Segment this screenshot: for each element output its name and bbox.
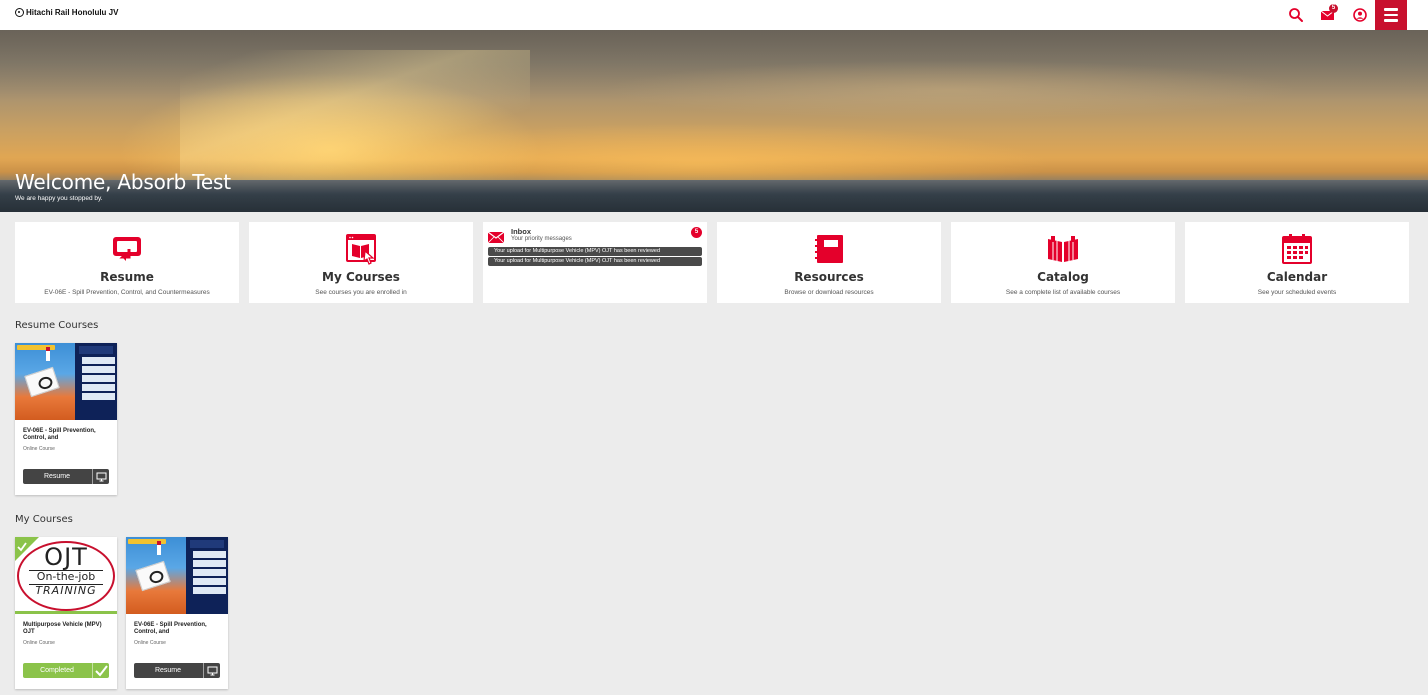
checkmark-icon: [17, 539, 27, 552]
monitor-icon: [203, 663, 220, 678]
catalog-icon: [1047, 233, 1079, 265]
resume-icon: [111, 233, 143, 265]
tile-title: Calendar: [1266, 270, 1328, 284]
checkmark-icon: [92, 663, 109, 678]
inbox-message[interactable]: Your upload for Multipurpose Vehicle (MP…: [488, 247, 702, 256]
hitachi-logo-icon: [15, 8, 24, 17]
tile-title: Catalog: [1037, 270, 1089, 284]
course-title: EV-06E - Spill Prevention, Control, and: [23, 428, 96, 441]
button-label: Resume: [154, 667, 182, 674]
tile-resume[interactable]: Resume EV-06E - Spill Prevention, Contro…: [15, 222, 239, 303]
course-thumbnail: [15, 343, 117, 420]
thumb-text: On-the-job: [36, 570, 96, 583]
tile-title: Resources: [794, 270, 864, 284]
course-title: Multipurpose Vehicle (MPV) OJT: [23, 622, 102, 635]
inbox-count-badge: 5: [691, 227, 702, 238]
brand-name: Hitachi Rail Honolulu JV: [26, 8, 119, 17]
course-card[interactable]: EV-06E - Spill Prevention, Control, and …: [15, 343, 117, 495]
hamburger-menu-icon[interactable]: [1375, 0, 1407, 30]
tile-subtitle: See your scheduled events: [1257, 289, 1337, 296]
completed-button[interactable]: Completed: [23, 663, 109, 678]
mail-icon[interactable]: 5: [1320, 4, 1338, 24]
course-thumbnail: [126, 537, 228, 614]
tile-subtitle: See courses you are enrolled in: [315, 289, 407, 296]
user-account-icon[interactable]: [1351, 6, 1369, 24]
course-card[interactable]: OJT On-the-job TRAINING Multipurpose Veh…: [15, 537, 117, 689]
tile-calendar[interactable]: Calendar See your scheduled events: [1185, 222, 1409, 303]
course-type: Online Course: [23, 640, 55, 646]
section-title-my-courses: My Courses: [15, 514, 73, 525]
resources-icon: [813, 233, 845, 265]
my-courses-icon: [345, 233, 377, 265]
inbox-message[interactable]: Your upload for Multipurpose Vehicle (MP…: [488, 257, 702, 266]
welcome-banner: Welcome, Absorb Test We are happy you st…: [0, 30, 1428, 212]
inbox-subtitle: Your priority messages: [511, 236, 572, 242]
tile-title: My Courses: [322, 270, 400, 284]
welcome-heading: Welcome, Absorb Test: [15, 170, 231, 194]
envelope-icon: [487, 230, 505, 244]
tile-title: Resume: [100, 270, 154, 284]
tile-subtitle: EV-06E - Spill Prevention, Control, and …: [44, 289, 210, 296]
search-icon[interactable]: [1287, 6, 1305, 24]
tile-my-courses[interactable]: My Courses See courses you are enrolled …: [249, 222, 473, 303]
welcome-subtitle: We are happy you stopped by.: [15, 195, 103, 202]
course-type: Online Course: [134, 640, 166, 646]
calendar-icon: [1281, 233, 1313, 265]
inbox-title: Inbox: [511, 227, 531, 236]
button-label: Resume: [43, 473, 71, 480]
tile-subtitle: See a complete list of available courses: [1005, 289, 1121, 296]
tile-subtitle: Browse or download resources: [784, 289, 874, 296]
tile-resources[interactable]: Resources Browse or download resources: [717, 222, 941, 303]
tile-inbox: Inbox Your priority messages 5 Your uplo…: [483, 222, 707, 303]
section-title-resume-courses: Resume Courses: [15, 320, 99, 331]
button-label: Completed: [40, 667, 74, 674]
course-type: Online Course: [23, 446, 55, 452]
tile-catalog[interactable]: Catalog See a complete list of available…: [951, 222, 1175, 303]
brand-logo[interactable]: Hitachi Rail Honolulu JV: [15, 8, 118, 17]
monitor-icon: [92, 469, 109, 484]
course-title: EV-06E - Spill Prevention, Control, and: [134, 622, 207, 635]
mail-count-badge: 5: [1329, 4, 1338, 13]
resume-button[interactable]: Resume: [23, 469, 109, 484]
thumb-text: TRAINING: [35, 584, 97, 597]
top-navigation-bar: Hitachi Rail Honolulu JV 5: [0, 0, 1428, 30]
resume-button[interactable]: Resume: [134, 663, 220, 678]
course-card[interactable]: EV-06E - Spill Prevention, Control, and …: [126, 537, 228, 689]
